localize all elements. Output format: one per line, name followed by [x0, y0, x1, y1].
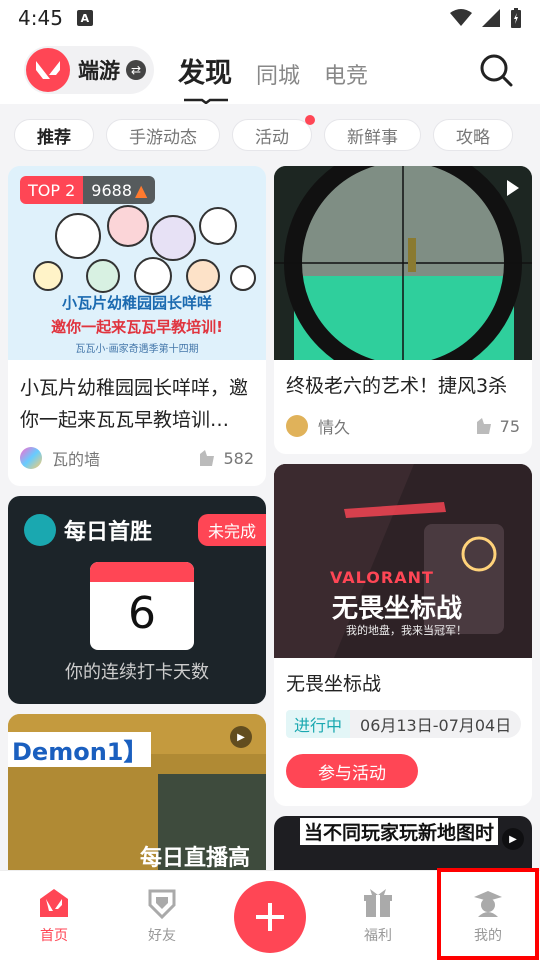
chip-mobile-news-label: 手游动态 [129, 127, 197, 148]
selection-highlight-box [437, 868, 539, 960]
feed: 小瓦片幼稚园园长咩咩 邀你一起来瓦瓦早教培训! 瓦瓦小·画家奇遇季第十四期 TO… [0, 166, 540, 870]
tab-friends-label: 好友 [148, 928, 176, 944]
stream-overlay-1: Demon1】 [8, 732, 152, 767]
notification-badge-icon: A [76, 10, 93, 26]
daily-checkin-card[interactable]: 每日首胜 未完成 6 你的连续打卡天数 [8, 496, 266, 704]
rank-label: TOP 2 [20, 176, 84, 204]
tab-local[interactable]: 同城 [256, 58, 300, 90]
event-card-coordinate[interactable]: VALORANT 无畏坐标战 我的地盘，我来当冠军！ 无畏坐标战 进行中 06月… [274, 464, 532, 806]
event-date-range: 06月13日-07月04日 [350, 710, 522, 738]
like-count: 582 [223, 448, 254, 468]
tab-esports[interactable]: 电竞 [324, 58, 368, 90]
author-name[interactable]: 情久 [318, 414, 350, 438]
chip-guides[interactable]: 攻略 [433, 119, 513, 151]
checkin-logo-icon [24, 514, 56, 546]
event-status-badge: 进行中 [286, 710, 351, 738]
chip-recommend[interactable]: 推荐 [14, 119, 94, 151]
post-card-new-map[interactable]: 当不同玩家玩新地图时 ▶ [274, 816, 532, 870]
chip-recommend-label: 推荐 [37, 127, 71, 148]
checkin-status-badge: 未完成 [197, 514, 266, 546]
game-label: 端游 [78, 59, 120, 83]
tab-welfare-label: 福利 [364, 928, 392, 944]
join-event-button[interactable]: 参与活动 [286, 754, 418, 788]
fire-icon: ▲ [135, 180, 148, 200]
checkin-brand: 每日首胜 [24, 514, 152, 546]
like-group[interactable]: 582 [197, 448, 254, 468]
status-bar: 4:45 A [0, 0, 540, 36]
top-bar: 端游 ⇄ 发现 同城 电竞 [0, 36, 540, 104]
author-name[interactable]: 瓦的墙 [52, 446, 100, 470]
search-icon[interactable] [476, 50, 516, 90]
poster-line-1: 小瓦片幼稚园园长咩咩 [61, 294, 212, 312]
new-dot-icon [305, 115, 315, 125]
streak-days: 6 [128, 588, 156, 639]
stream-overlay-2: 每日直播高 [140, 846, 251, 870]
tab-discover-label: 发现 [178, 57, 232, 89]
event-status-row: 进行中 06月13日-07月04日 [286, 710, 522, 738]
chip-events-label: 活动 [255, 127, 289, 148]
poster-line-3: 瓦瓦小·画家奇遇季第十四期 [75, 344, 199, 355]
heat-number: 9688 [91, 180, 132, 200]
avatar[interactable] [286, 415, 308, 437]
poster-line-2: 邀你一起来瓦瓦早教培训! [51, 318, 223, 336]
tab-welfare[interactable]: 福利 [338, 885, 418, 945]
tab-home[interactable]: 首页 [14, 885, 94, 945]
create-post-button[interactable] [234, 881, 306, 953]
post-thumbnail: 小瓦片幼稚园园长咩咩 邀你一起来瓦瓦早教培训! 瓦瓦小·画家奇遇季第十四期 TO… [8, 166, 266, 360]
friends-icon [148, 889, 176, 920]
chip-fresh[interactable]: 新鲜事 [324, 119, 421, 151]
event-poster: VALORANT 无畏坐标战 我的地盘，我来当冠军！ [274, 464, 532, 658]
valorant-logo-icon [26, 48, 70, 92]
post-card-stream[interactable]: Demon1】 每日直播高 ▶ [8, 714, 266, 870]
swap-icon: ⇄ [126, 60, 146, 80]
heat-value: 9688 ▲ [83, 176, 156, 204]
active-tab-indicator [184, 98, 228, 104]
status-time: 4:45 [18, 6, 63, 30]
gift-icon [364, 889, 392, 917]
chip-events[interactable]: 活动 [232, 115, 315, 151]
play-icon[interactable]: ▶ [230, 726, 252, 748]
sniper-scope-illustration [274, 166, 532, 360]
like-icon [200, 450, 215, 466]
post-meta: 瓦的墙 582 [20, 446, 254, 470]
checkin-caption: 你的连续打卡天数 [65, 662, 209, 683]
calendar-icon: 6 [90, 562, 194, 650]
new-map-overlay: 当不同玩家玩新地图时 [300, 818, 499, 845]
post-card-kindergarten[interactable]: 小瓦片幼稚园园长咩咩 邀你一起来瓦瓦早教培训! 瓦瓦小·画家奇遇季第十四期 TO… [8, 166, 266, 486]
like-group[interactable]: 75 [474, 416, 520, 436]
wifi-icon [450, 9, 472, 26]
hot-rank-badge: TOP 2 9688 ▲ [20, 176, 156, 204]
post-title: 小瓦片幼稚园园长咩咩，邀你一起来瓦瓦早教培训… [20, 377, 249, 431]
post-meta: 情久 75 [286, 414, 520, 438]
plus-icon [256, 903, 284, 931]
post-title: 终极老六的艺术！捷风3杀 [286, 375, 508, 397]
battery-icon [511, 8, 521, 28]
signal-icon [482, 9, 500, 27]
avatar[interactable] [20, 447, 42, 469]
like-count: 75 [499, 416, 520, 436]
event-title: 无畏坐标战 [286, 673, 382, 695]
chip-fresh-label: 新鲜事 [347, 127, 398, 148]
chip-mobile-news[interactable]: 手游动态 [106, 119, 220, 151]
poster-brand: VALORANT [330, 568, 434, 587]
home-icon [40, 889, 68, 917]
post-card-sniper[interactable]: 终极老六的艺术！捷风3杀 情久 75 [274, 166, 532, 454]
chip-guides-label: 攻略 [456, 127, 490, 148]
tab-discover[interactable]: 发现 [178, 51, 232, 104]
game-switcher[interactable]: 端游 ⇄ [24, 46, 154, 94]
tab-home-label: 首页 [40, 928, 68, 944]
play-icon[interactable]: ▶ [502, 828, 524, 850]
post-thumbnail [274, 166, 532, 360]
checkin-brand-label: 每日首胜 [64, 520, 153, 545]
category-chips: 推荐 手游动态 活动 新鲜事 攻略 [0, 112, 540, 158]
like-icon [476, 418, 491, 434]
poster-subtitle: 我的地盘，我来当冠军！ [346, 624, 467, 637]
main-tabs: 发现 同城 电竞 [178, 51, 368, 104]
poster-title: 无畏坐标战 [332, 594, 463, 624]
tab-friends[interactable]: 好友 [122, 885, 202, 945]
